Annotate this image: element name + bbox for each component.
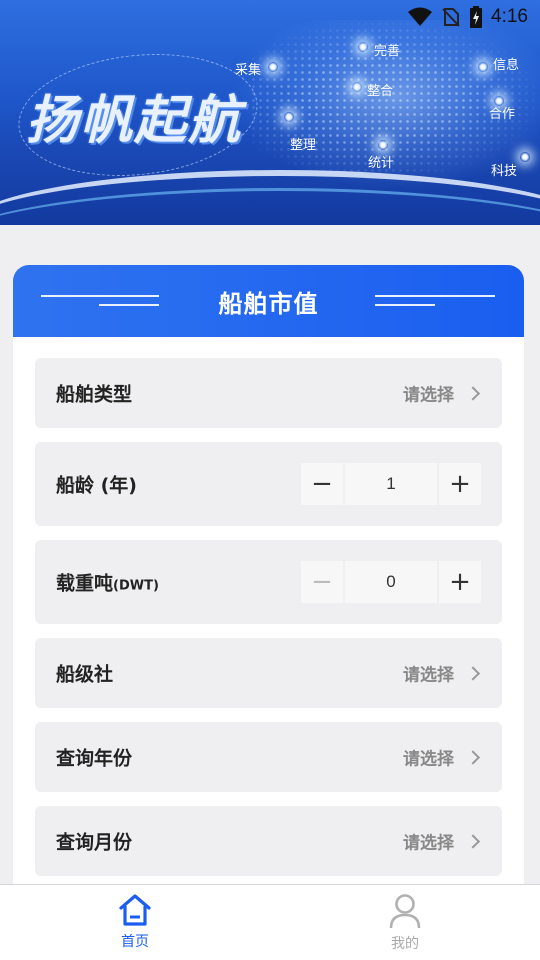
- header-decoration: [375, 304, 435, 306]
- ship-age-row: 船龄 (年) − 1 +: [35, 442, 502, 526]
- header-decoration: [99, 304, 159, 306]
- dwt-label-text: 载重吨: [56, 572, 114, 595]
- home-icon: [119, 894, 151, 926]
- ship-type-label: 船舶类型: [56, 383, 133, 406]
- user-icon: [389, 894, 421, 929]
- ship-type-row[interactable]: 船舶类型 请选择: [35, 358, 502, 428]
- wifi-icon: [408, 7, 433, 26]
- ship-value-card: 船舶市值 船舶类型 请选择 船龄 (年) − 1 + 载重吨(DWT) − 0 …: [13, 265, 524, 905]
- sparkle-icon: [358, 42, 368, 52]
- sparkle-icon: [268, 62, 278, 72]
- chevron-right-icon: [465, 833, 481, 849]
- banner-keyword: 完善: [374, 44, 401, 59]
- status-time: 4:16: [491, 6, 528, 27]
- banner-keyword: 采集: [235, 63, 262, 78]
- tab-mine-label: 我的: [391, 936, 419, 952]
- chevron-right-icon: [465, 749, 481, 765]
- chevron-right-icon: [465, 665, 481, 681]
- sparkle-icon: [494, 96, 504, 106]
- battery-charging-icon: [470, 6, 483, 28]
- tab-home-label: 首页: [121, 934, 149, 950]
- query-year-placeholder: 请选择: [403, 749, 454, 770]
- card-header: 船舶市值: [13, 265, 524, 337]
- class-society-placeholder: 请选择: [403, 665, 454, 686]
- dwt-decrement-button[interactable]: −: [301, 561, 343, 603]
- tab-home[interactable]: 首页: [85, 893, 185, 951]
- dwt-stepper: − 0 +: [301, 561, 481, 603]
- dwt-row: 载重吨(DWT) − 0 +: [35, 540, 502, 624]
- query-month-placeholder: 请选择: [403, 833, 454, 854]
- ship-age-value[interactable]: 1: [345, 463, 437, 505]
- sparkle-icon: [378, 140, 388, 150]
- header-banner: 扬帆起航 采集 整理 统计 整合 完善 信息 合作 科技 4:16: [0, 0, 540, 225]
- banner-keyword: 信息: [493, 58, 520, 73]
- dwt-unit: (DWT): [113, 578, 159, 594]
- class-society-label: 船级社: [56, 663, 114, 686]
- dwt-value[interactable]: 0: [345, 561, 437, 603]
- ship-type-select[interactable]: 请选择: [403, 381, 481, 406]
- no-sim-icon: [442, 8, 460, 27]
- ship-type-placeholder: 请选择: [403, 385, 454, 406]
- banner-keyword: 科技: [491, 164, 518, 179]
- status-bar: 4:16: [407, 6, 528, 28]
- sparkle-icon: [478, 62, 488, 72]
- banner-keyword: 统计: [368, 156, 395, 171]
- sparkle-icon: [284, 112, 294, 122]
- banner-keyword: 合作: [489, 107, 516, 122]
- banner-slogan: 扬帆起航: [26, 91, 243, 151]
- bottom-tab-bar: 首页 我的: [0, 884, 540, 960]
- query-month-row[interactable]: 查询月份 请选择: [35, 806, 502, 876]
- ship-age-decrement-button[interactable]: −: [301, 463, 343, 505]
- header-decoration: [375, 295, 495, 297]
- banner-keyword: 整理: [290, 138, 317, 153]
- ship-age-stepper: − 1 +: [301, 463, 481, 505]
- card-title: 船舶市值: [218, 289, 319, 318]
- class-society-row[interactable]: 船级社 请选择: [35, 638, 502, 708]
- ship-age-increment-button[interactable]: +: [439, 463, 481, 505]
- dwt-label: 载重吨(DWT): [56, 569, 159, 596]
- query-year-label: 查询年份: [56, 747, 133, 770]
- query-year-row[interactable]: 查询年份 请选择: [35, 722, 502, 792]
- sparkle-icon: [352, 82, 362, 92]
- chevron-right-icon: [465, 385, 481, 401]
- query-month-select[interactable]: 请选择: [403, 829, 481, 854]
- sparkle-icon: [520, 152, 530, 162]
- banner-keyword: 整合: [367, 84, 394, 99]
- dwt-increment-button[interactable]: +: [439, 561, 481, 603]
- ship-age-label: 船龄 (年): [56, 474, 137, 497]
- class-society-select[interactable]: 请选择: [403, 661, 481, 686]
- query-month-label: 查询月份: [56, 831, 133, 854]
- header-decoration: [41, 295, 159, 297]
- query-year-select[interactable]: 请选择: [403, 745, 481, 770]
- tab-mine[interactable]: 我的: [355, 893, 455, 953]
